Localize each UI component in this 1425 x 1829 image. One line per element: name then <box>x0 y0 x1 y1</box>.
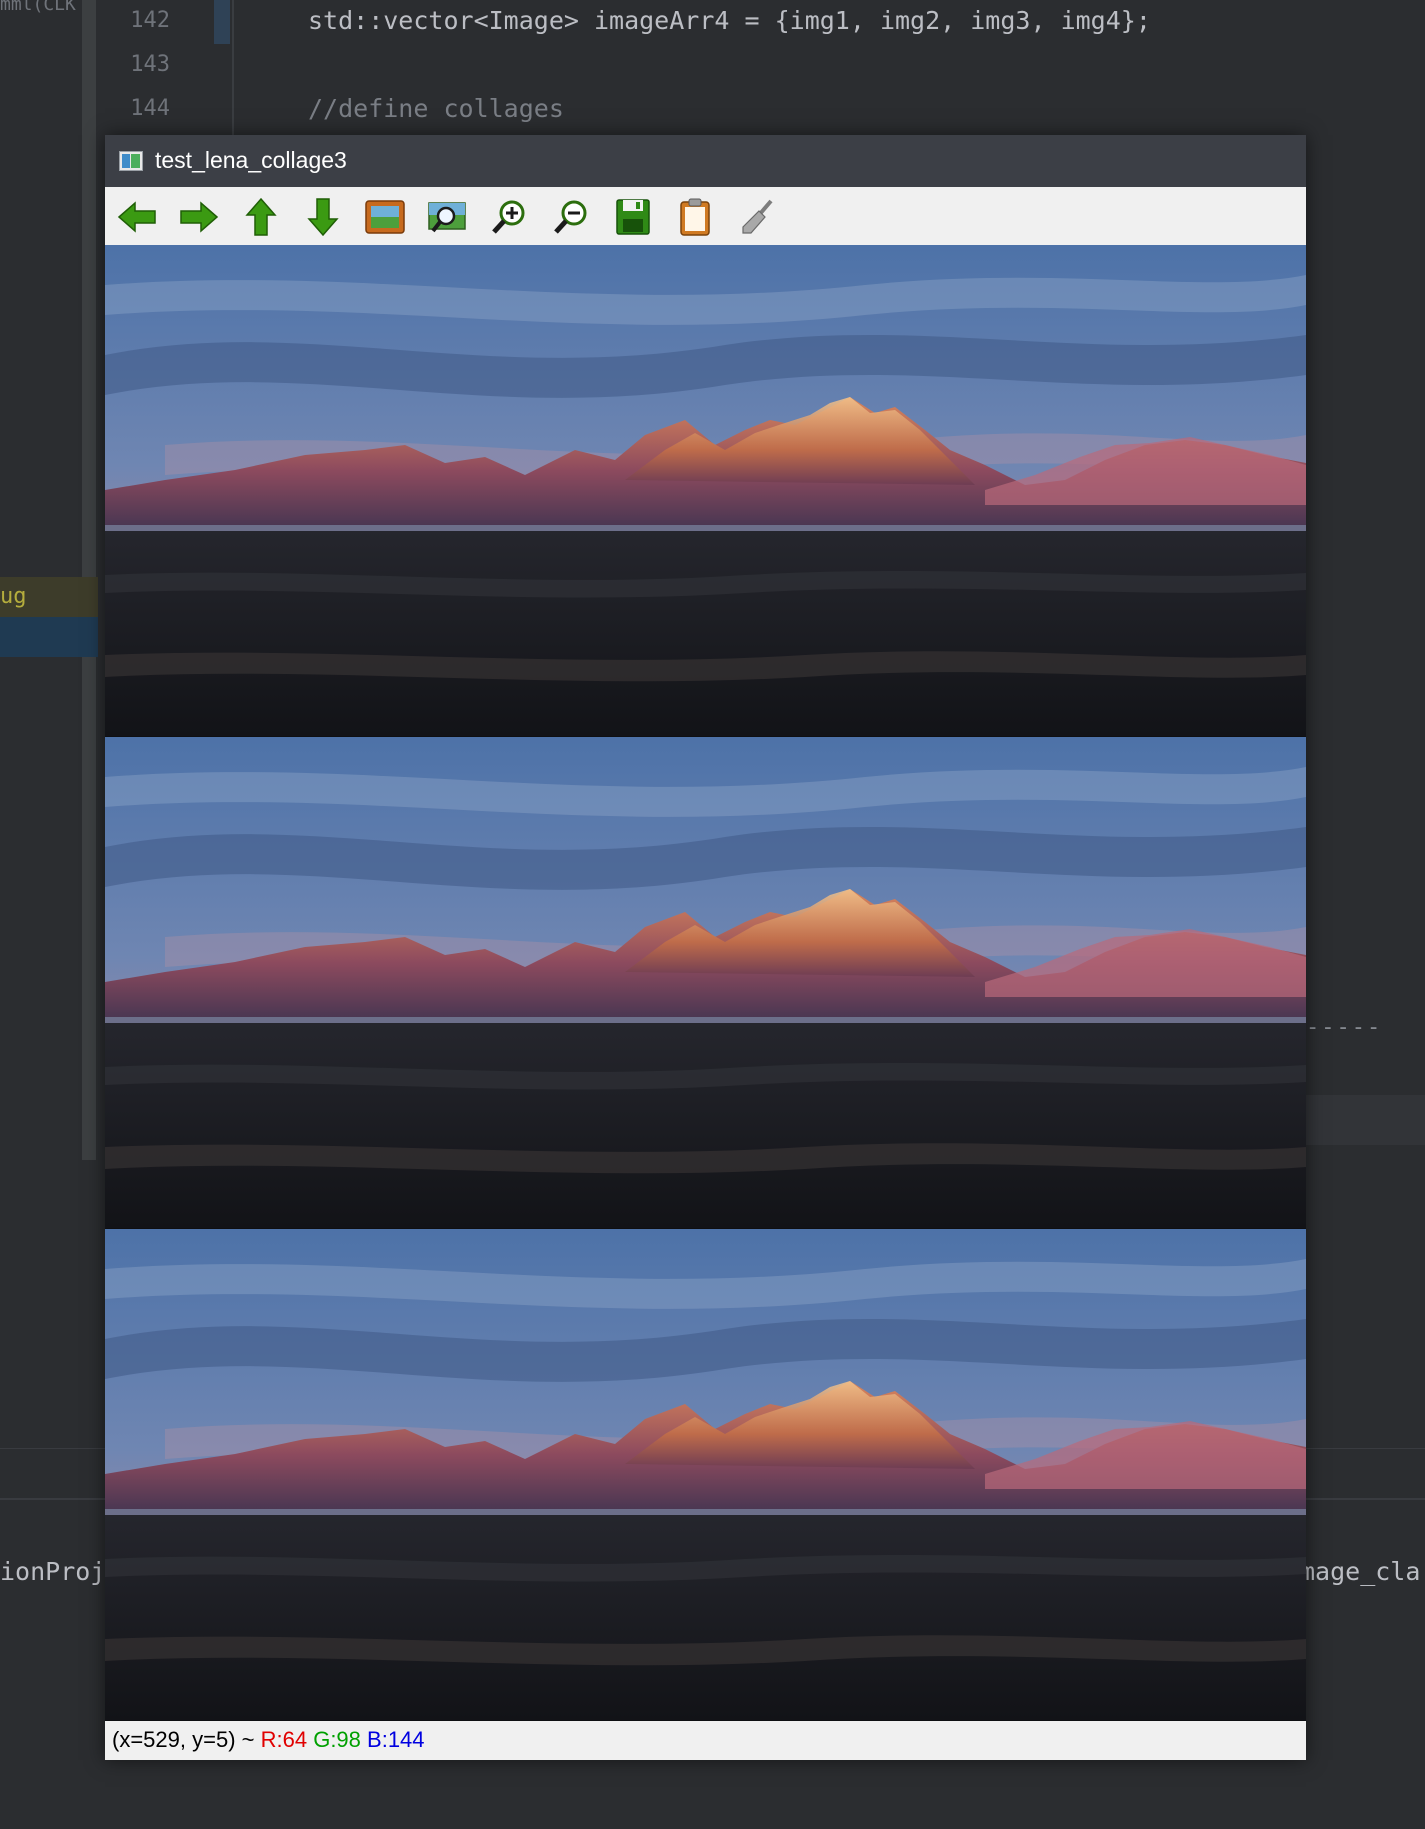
pan-left-button[interactable] <box>115 197 159 237</box>
zoom-fit-button[interactable] <box>363 197 407 237</box>
brush-button[interactable] <box>735 197 779 237</box>
viewer-toolbar <box>105 187 1306 245</box>
arrow-left-icon <box>117 201 156 233</box>
line-number: 144 <box>130 96 170 121</box>
zoom-original-button[interactable] <box>425 197 469 237</box>
red-value: R:64 <box>260 1727 308 1752</box>
floppy-disk-icon <box>616 199 650 235</box>
line-number: 143 <box>130 52 170 77</box>
pan-right-button[interactable] <box>177 197 221 237</box>
ide-panel-fragment-text: mml(CLK <box>0 0 76 15</box>
arrow-up-icon <box>245 197 277 236</box>
window-app-icon <box>119 151 143 171</box>
ide-console-text-right: mage_cla <box>1300 1557 1421 1586</box>
pan-up-button[interactable] <box>239 197 283 237</box>
save-button[interactable] <box>611 197 655 237</box>
code-line[interactable]: std::vector<Image> imageArr4 = {img1, im… <box>308 6 1151 35</box>
zoom-image-icon <box>428 202 466 233</box>
ide-right-panel <box>1306 1095 1425 1145</box>
clipboard-icon <box>680 198 710 236</box>
properties-button[interactable] <box>673 197 717 237</box>
cursor-coords: (x=529, y=5) ~ <box>112 1727 261 1752</box>
zoom-out-button[interactable] <box>549 197 593 237</box>
image-canvas[interactable] <box>105 245 1306 1721</box>
zoom-in-button[interactable] <box>487 197 531 237</box>
status-bar: (x=529, y=5) ~ R:64 G:98 B:144 <box>105 1721 1306 1760</box>
image-icon <box>365 200 405 234</box>
zoom-in-icon <box>492 200 525 234</box>
mountain-photo <box>105 245 1306 736</box>
pan-down-button[interactable] <box>301 197 345 237</box>
window-title: test_lena_collage3 <box>155 147 347 173</box>
zoom-out-icon <box>554 200 587 234</box>
collage-panel-3 <box>105 1229 1306 1720</box>
mountain-photo <box>105 737 1306 1228</box>
ide-console-text-left: ionProj <box>0 1557 106 1586</box>
mountain-photo <box>105 1229 1306 1720</box>
ide-selected-row <box>0 617 98 657</box>
collage-panel-1 <box>105 245 1306 736</box>
ide-separator-text: ----- <box>1306 1015 1383 1040</box>
image-viewer-window[interactable]: test_lena_collage3 (x=529, y=5) ~ R:64 G… <box>105 135 1306 1760</box>
editor-caret-marker <box>214 0 230 44</box>
arrow-down-icon <box>307 198 339 237</box>
brush-icon <box>742 199 773 234</box>
editor-gutter-divider <box>232 0 234 135</box>
pixel-info: (x=529, y=5) ~ R:64 G:98 B:144 <box>112 1727 425 1753</box>
line-number: 142 <box>130 8 170 33</box>
green-value: G:98 <box>313 1727 361 1752</box>
blue-value: B:144 <box>367 1727 425 1752</box>
collage-panel-2 <box>105 737 1306 1228</box>
window-titlebar[interactable]: test_lena_collage3 <box>105 135 1306 187</box>
arrow-right-icon <box>180 201 219 233</box>
ide-debug-label: ug <box>0 577 98 617</box>
code-comment-line[interactable]: //define collages <box>308 94 564 123</box>
